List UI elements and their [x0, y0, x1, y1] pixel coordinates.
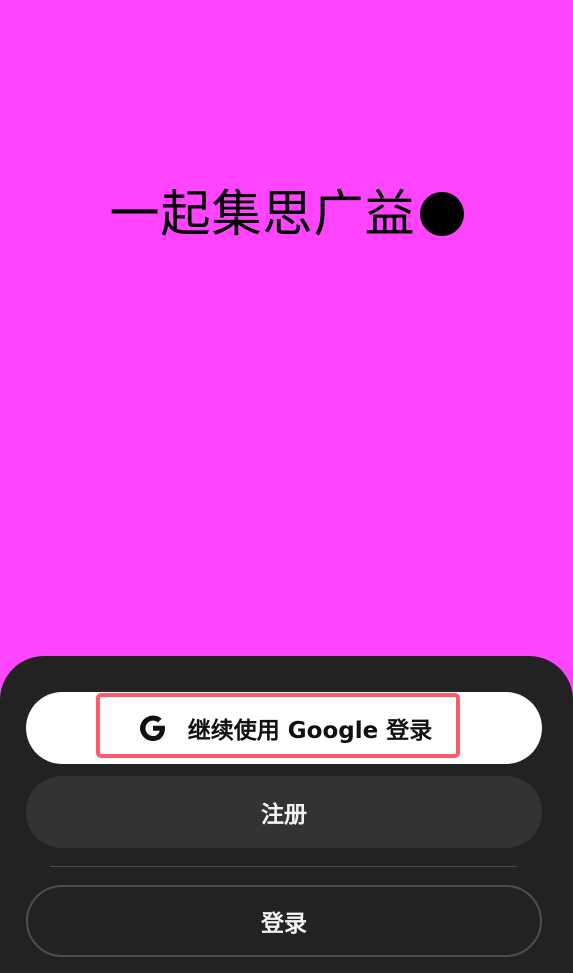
register-label: 注册 [261, 802, 307, 828]
google-icon [136, 711, 170, 745]
headline-dot-icon [419, 192, 464, 236]
login-button[interactable]: 登录 [26, 885, 542, 957]
google-signin-label: 继续使用 Google 登录 [187, 718, 433, 744]
headline: 一起集思广益 [0, 178, 573, 250]
divider [50, 866, 517, 867]
login-label: 登录 [261, 911, 307, 937]
hero-section: 一起集思广益 [0, 0, 573, 656]
register-button[interactable]: 注册 [26, 776, 542, 848]
auth-sheet: 继续使用 Google 登录 注册 登录 [0, 656, 573, 973]
google-signin-button[interactable]: 继续使用 Google 登录 [26, 692, 542, 764]
headline-text: 一起集思广益 [109, 185, 416, 243]
